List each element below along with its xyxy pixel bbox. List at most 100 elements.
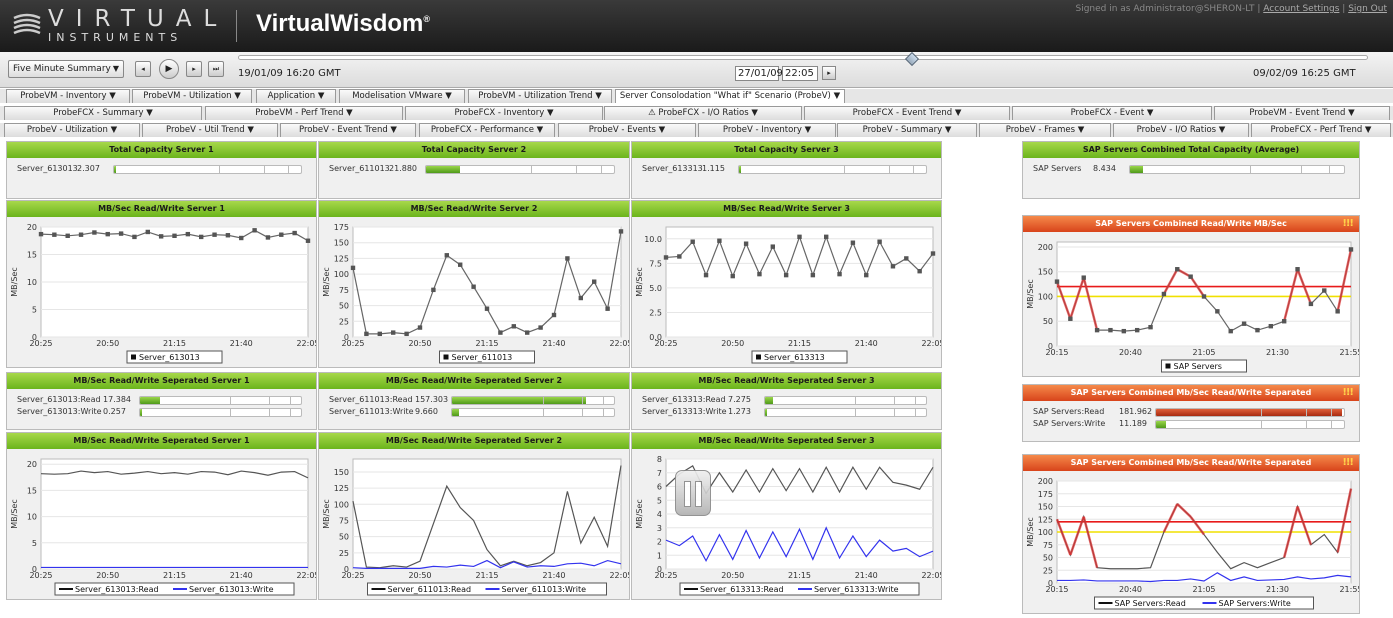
- alert-icon[interactable]: !!!: [1342, 455, 1354, 471]
- y-tick-label: 4: [657, 510, 662, 519]
- gauge-panel-sep1: MB/Sec Read/Write Seperated Server 1 Serv…: [6, 372, 317, 430]
- data-point: [92, 230, 97, 235]
- data-point: [1255, 327, 1260, 333]
- timeline-thumb[interactable]: [904, 51, 920, 67]
- alert-icon[interactable]: !!!: [1342, 216, 1354, 232]
- gauge-tick: [1330, 409, 1332, 416]
- pause-overlay-icon[interactable]: [675, 470, 711, 516]
- legend-marker: [131, 354, 136, 360]
- gauge-value: 2.307: [77, 164, 100, 173]
- tab-row3-4[interactable]: ProbeFCX - Performance ▼: [419, 123, 555, 137]
- tab-row2-2[interactable]: ProbeVM - Perf Trend ▼: [205, 106, 403, 120]
- data-point: [305, 238, 311, 243]
- data-point: [404, 331, 409, 337]
- gauge-bar: [113, 165, 302, 174]
- tab-row2-3[interactable]: ProbeFCX - Inventory ▼: [405, 106, 603, 120]
- step-forward-button[interactable]: ▸: [186, 61, 202, 77]
- data-point: [498, 330, 503, 335]
- panel-title-text: MB/Sec Read/Write Seperated Server 3: [698, 376, 875, 385]
- y-tick-label: 50: [339, 302, 349, 311]
- tab-row1-4[interactable]: Modelisation VMware ▼: [339, 89, 465, 103]
- x-tick-label: 21:15: [475, 571, 498, 580]
- data-point: [1134, 327, 1140, 333]
- data-point: [1068, 316, 1073, 321]
- y-tick-label: 50: [339, 533, 349, 542]
- gauge-fill: [1130, 166, 1143, 173]
- y-axis-label: MB/Sec: [635, 499, 644, 528]
- gauge-tick: [893, 397, 895, 404]
- panel-title-text: Total Capacity Server 1: [109, 145, 214, 154]
- data-point: [783, 272, 789, 278]
- go-forward-button[interactable]: ▸: [822, 66, 836, 80]
- y-tick-label: 25: [1043, 566, 1053, 575]
- gauge-bar: [764, 396, 927, 405]
- gauge-tick: [289, 397, 291, 404]
- play-button[interactable]: ▶: [159, 59, 179, 79]
- gauge-tick: [600, 166, 602, 173]
- y-tick-label: 2.5: [649, 308, 662, 317]
- timeline-slider[interactable]: [238, 51, 1368, 67]
- chart-body: 0 50 100 150 200 MB/Sec 20:15 20:40 21:05 21:30 21…: [1023, 232, 1363, 376]
- y-tick-label: 150: [1038, 503, 1053, 512]
- data-point: [1175, 267, 1180, 272]
- tab-row3-5[interactable]: ProbeV - Events ▼: [558, 123, 696, 137]
- tab-row1-2[interactable]: ProbeVM - Utilization ▼: [132, 89, 252, 103]
- tab-row3-6[interactable]: ProbeV - Inventory ▼: [698, 123, 836, 137]
- step-back-button[interactable]: ◂: [135, 61, 151, 77]
- x-tick-label: 20:25: [654, 571, 677, 580]
- x-tick-label: 21:55: [1339, 348, 1359, 357]
- data-point: [565, 256, 570, 261]
- tab-row3-8[interactable]: ProbeV - Frames ▼: [979, 123, 1111, 137]
- legend-label: SAP Servers:Read: [1115, 599, 1186, 608]
- y-tick-label: 6: [657, 483, 662, 492]
- tab-row3-9[interactable]: ProbeV - I/O Ratios ▼: [1113, 123, 1249, 137]
- gauge-fill: [1156, 421, 1166, 428]
- gauge-tick: [888, 166, 890, 173]
- data-point: [917, 268, 922, 274]
- tab-row3-7[interactable]: ProbeV - Summary ▼: [837, 123, 977, 137]
- header-separator: |: [1257, 4, 1261, 14]
- y-tick-label: 150: [1038, 268, 1053, 277]
- data-point: [1188, 274, 1193, 279]
- panel-title-text: SAP Servers Combined Read/Write MB/Sec: [1095, 219, 1287, 228]
- data-point: [677, 254, 682, 259]
- y-tick-label: 5: [32, 539, 37, 548]
- current-date-input[interactable]: 27/01/09: [735, 66, 783, 81]
- tab-row3-1[interactable]: ProbeV - Utilization ▼: [4, 123, 140, 137]
- x-tick-label: 20:50: [96, 339, 119, 348]
- gauge-tick: [1306, 409, 1308, 416]
- current-time-input[interactable]: 22:05: [782, 66, 818, 81]
- x-tick-label: 22:05: [921, 571, 941, 580]
- alert-icon[interactable]: !!!: [1342, 385, 1354, 401]
- sign-out-link[interactable]: Sign Out: [1348, 4, 1387, 14]
- x-tick-label: 21:40: [230, 339, 253, 348]
- tab-row3-3[interactable]: ProbeV - Event Trend ▼: [280, 123, 416, 137]
- x-tick-label: 21:15: [163, 571, 186, 580]
- account-settings-link[interactable]: Account Settings: [1263, 4, 1339, 14]
- gauge-label: Server_613013:Read: [17, 395, 101, 404]
- y-tick-label: 175: [334, 223, 349, 232]
- tab-row2-6[interactable]: ProbeFCX - Event ▼: [1012, 106, 1212, 120]
- gauge-label: Server_613013:Write: [17, 407, 102, 416]
- gauge-bar: [139, 408, 302, 417]
- tab-row1-3[interactable]: Application ▼: [256, 89, 336, 103]
- tab-row3-2[interactable]: ProbeV - Util Trend ▼: [142, 123, 278, 137]
- tab-row2-4[interactable]: ⚠ ProbeFCX - I/O Ratios ▼: [604, 106, 802, 120]
- x-tick-label: 20:50: [721, 571, 744, 580]
- tab-row2-7[interactable]: ProbeVM - Event Trend ▼: [1214, 106, 1390, 120]
- tab-row2-5[interactable]: ProbeFCX - Event Trend ▼: [804, 106, 1010, 120]
- tab-row1-1[interactable]: ProbeVM - Inventory ▼: [6, 89, 130, 103]
- tab-row2-1[interactable]: ProbeFCX - Summary ▼: [4, 106, 202, 120]
- gauge-value: 1.273: [728, 407, 751, 416]
- x-tick-label: 20:50: [721, 339, 744, 348]
- tab-row3-10[interactable]: ProbeFCX - Perf Trend ▼: [1251, 123, 1391, 137]
- data-point: [824, 234, 829, 240]
- tab-row1-5[interactable]: ProbeVM - Utilization Trend ▼: [468, 89, 612, 103]
- skip-end-button[interactable]: ⏭: [208, 61, 224, 77]
- data-point: [1348, 247, 1354, 252]
- summary-select[interactable]: Five Minute Summary ▼: [8, 60, 124, 78]
- tab-row1-6[interactable]: Server Consolodation "What if" Scenario …: [615, 89, 845, 103]
- y-tick-label: 3: [657, 524, 662, 533]
- gauge-tick: [289, 409, 291, 416]
- data-point: [1094, 327, 1100, 333]
